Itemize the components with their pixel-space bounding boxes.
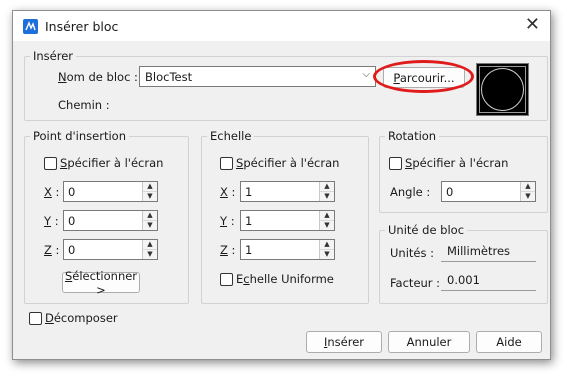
window-title: Insérer bloc	[45, 19, 119, 34]
units-label: Unités :	[390, 246, 435, 260]
factor-label: Facteur :	[390, 276, 441, 290]
close-icon[interactable]: ✕	[525, 15, 540, 35]
spin-up-icon[interactable]: ▲	[320, 211, 334, 221]
block-name-combo[interactable]: BlocTest ⌵	[139, 66, 376, 87]
block-name-value: BlocTest	[145, 70, 193, 84]
angle-spinner[interactable]: 0 ▲ ▼	[441, 181, 536, 202]
units-value-field: Millimètres	[441, 241, 536, 262]
scale-y-spinner[interactable]: 1 ▲ ▼	[240, 210, 335, 231]
block-name-label: Nom de bloc :	[58, 70, 138, 84]
spin-up-icon[interactable]: ▲	[320, 240, 334, 250]
insertion-y-label: Y :	[44, 214, 59, 228]
group-block-unit: Unité de bloc	[379, 223, 548, 304]
spin-up-icon[interactable]: ▲	[143, 240, 157, 250]
explode-checkbox[interactable]	[29, 312, 42, 325]
spin-up-icon[interactable]: ▲	[320, 182, 334, 192]
group-inserer-legend: Insérer	[33, 49, 74, 63]
group-insertion-legend: Point d'insertion	[33, 129, 126, 143]
scale-z-spinner[interactable]: 1 ▲ ▼	[240, 239, 335, 260]
spin-down-icon[interactable]: ▼	[320, 191, 334, 201]
group-scale-legend: Echelle	[210, 129, 252, 143]
scale-specify-label: Spécifier à l'écran	[236, 156, 340, 170]
preview-circle	[481, 68, 524, 111]
help-button[interactable]: Aide	[476, 331, 542, 353]
insertion-x-label: X :	[44, 185, 60, 199]
insertion-specify-checkbox[interactable]	[44, 157, 57, 170]
insertion-specify-label: Spécifier à l'écran	[60, 156, 164, 170]
scale-z-value: 1	[245, 243, 253, 257]
cancel-button[interactable]: Annuler	[388, 331, 470, 353]
spin-down-icon[interactable]: ▼	[320, 220, 334, 230]
scale-specify-checkbox[interactable]	[220, 157, 233, 170]
rotation-specify-label: Spécifier à l'écran	[405, 156, 509, 170]
highlight-ellipse	[373, 60, 474, 93]
insertion-y-value: 0	[68, 214, 76, 228]
scale-z-label: Z :	[220, 243, 236, 257]
group-block-unit-legend: Unité de bloc	[388, 223, 465, 237]
explode-label: Décomposer	[45, 311, 118, 325]
insert-block-dialog: Insérer bloc ✕ Insérer Nom de bloc : Blo…	[12, 10, 551, 360]
group-rotation-legend: Rotation	[388, 129, 437, 143]
spin-down-icon[interactable]: ▼	[521, 191, 535, 201]
rotation-specify-checkbox[interactable]	[389, 157, 402, 170]
scale-x-spinner[interactable]: 1 ▲ ▼	[240, 181, 335, 202]
units-value: Millimètres	[447, 244, 511, 258]
scale-y-label: Y :	[220, 214, 235, 228]
block-preview	[476, 63, 529, 116]
insertion-x-value: 0	[68, 185, 76, 199]
angle-label: Angle :	[390, 185, 431, 199]
select-point-button[interactable]: Sélectionner >	[62, 269, 140, 297]
title-bar: Insérer bloc ✕	[13, 11, 550, 41]
insertion-z-spinner[interactable]: 0 ▲ ▼	[63, 239, 158, 260]
uniform-scale-label: Echelle Uniforme	[236, 272, 334, 286]
insertion-y-spinner[interactable]: 0 ▲ ▼	[63, 210, 158, 231]
factor-value-field: 0.001	[441, 270, 536, 291]
spin-up-icon[interactable]: ▲	[143, 211, 157, 221]
app-icon	[23, 19, 38, 34]
spin-down-icon[interactable]: ▼	[143, 249, 157, 259]
factor-value: 0.001	[447, 273, 480, 287]
scale-x-value: 1	[245, 185, 253, 199]
scale-x-label: X :	[220, 185, 236, 199]
insert-button[interactable]: Insérer	[306, 331, 382, 353]
uniform-scale-checkbox[interactable]	[220, 273, 233, 286]
spin-up-icon[interactable]: ▲	[521, 182, 535, 192]
insertion-x-spinner[interactable]: 0 ▲ ▼	[63, 181, 158, 202]
spin-down-icon[interactable]: ▼	[143, 220, 157, 230]
spin-down-icon[interactable]: ▼	[320, 249, 334, 259]
insertion-z-value: 0	[68, 243, 76, 257]
angle-value: 0	[446, 185, 454, 199]
spin-down-icon[interactable]: ▼	[143, 191, 157, 201]
chevron-down-icon[interactable]: ⌵	[362, 69, 370, 80]
path-label: Chemin :	[58, 98, 110, 112]
insertion-z-label: Z :	[44, 243, 60, 257]
spin-up-icon[interactable]: ▲	[143, 182, 157, 192]
scale-y-value: 1	[245, 214, 253, 228]
